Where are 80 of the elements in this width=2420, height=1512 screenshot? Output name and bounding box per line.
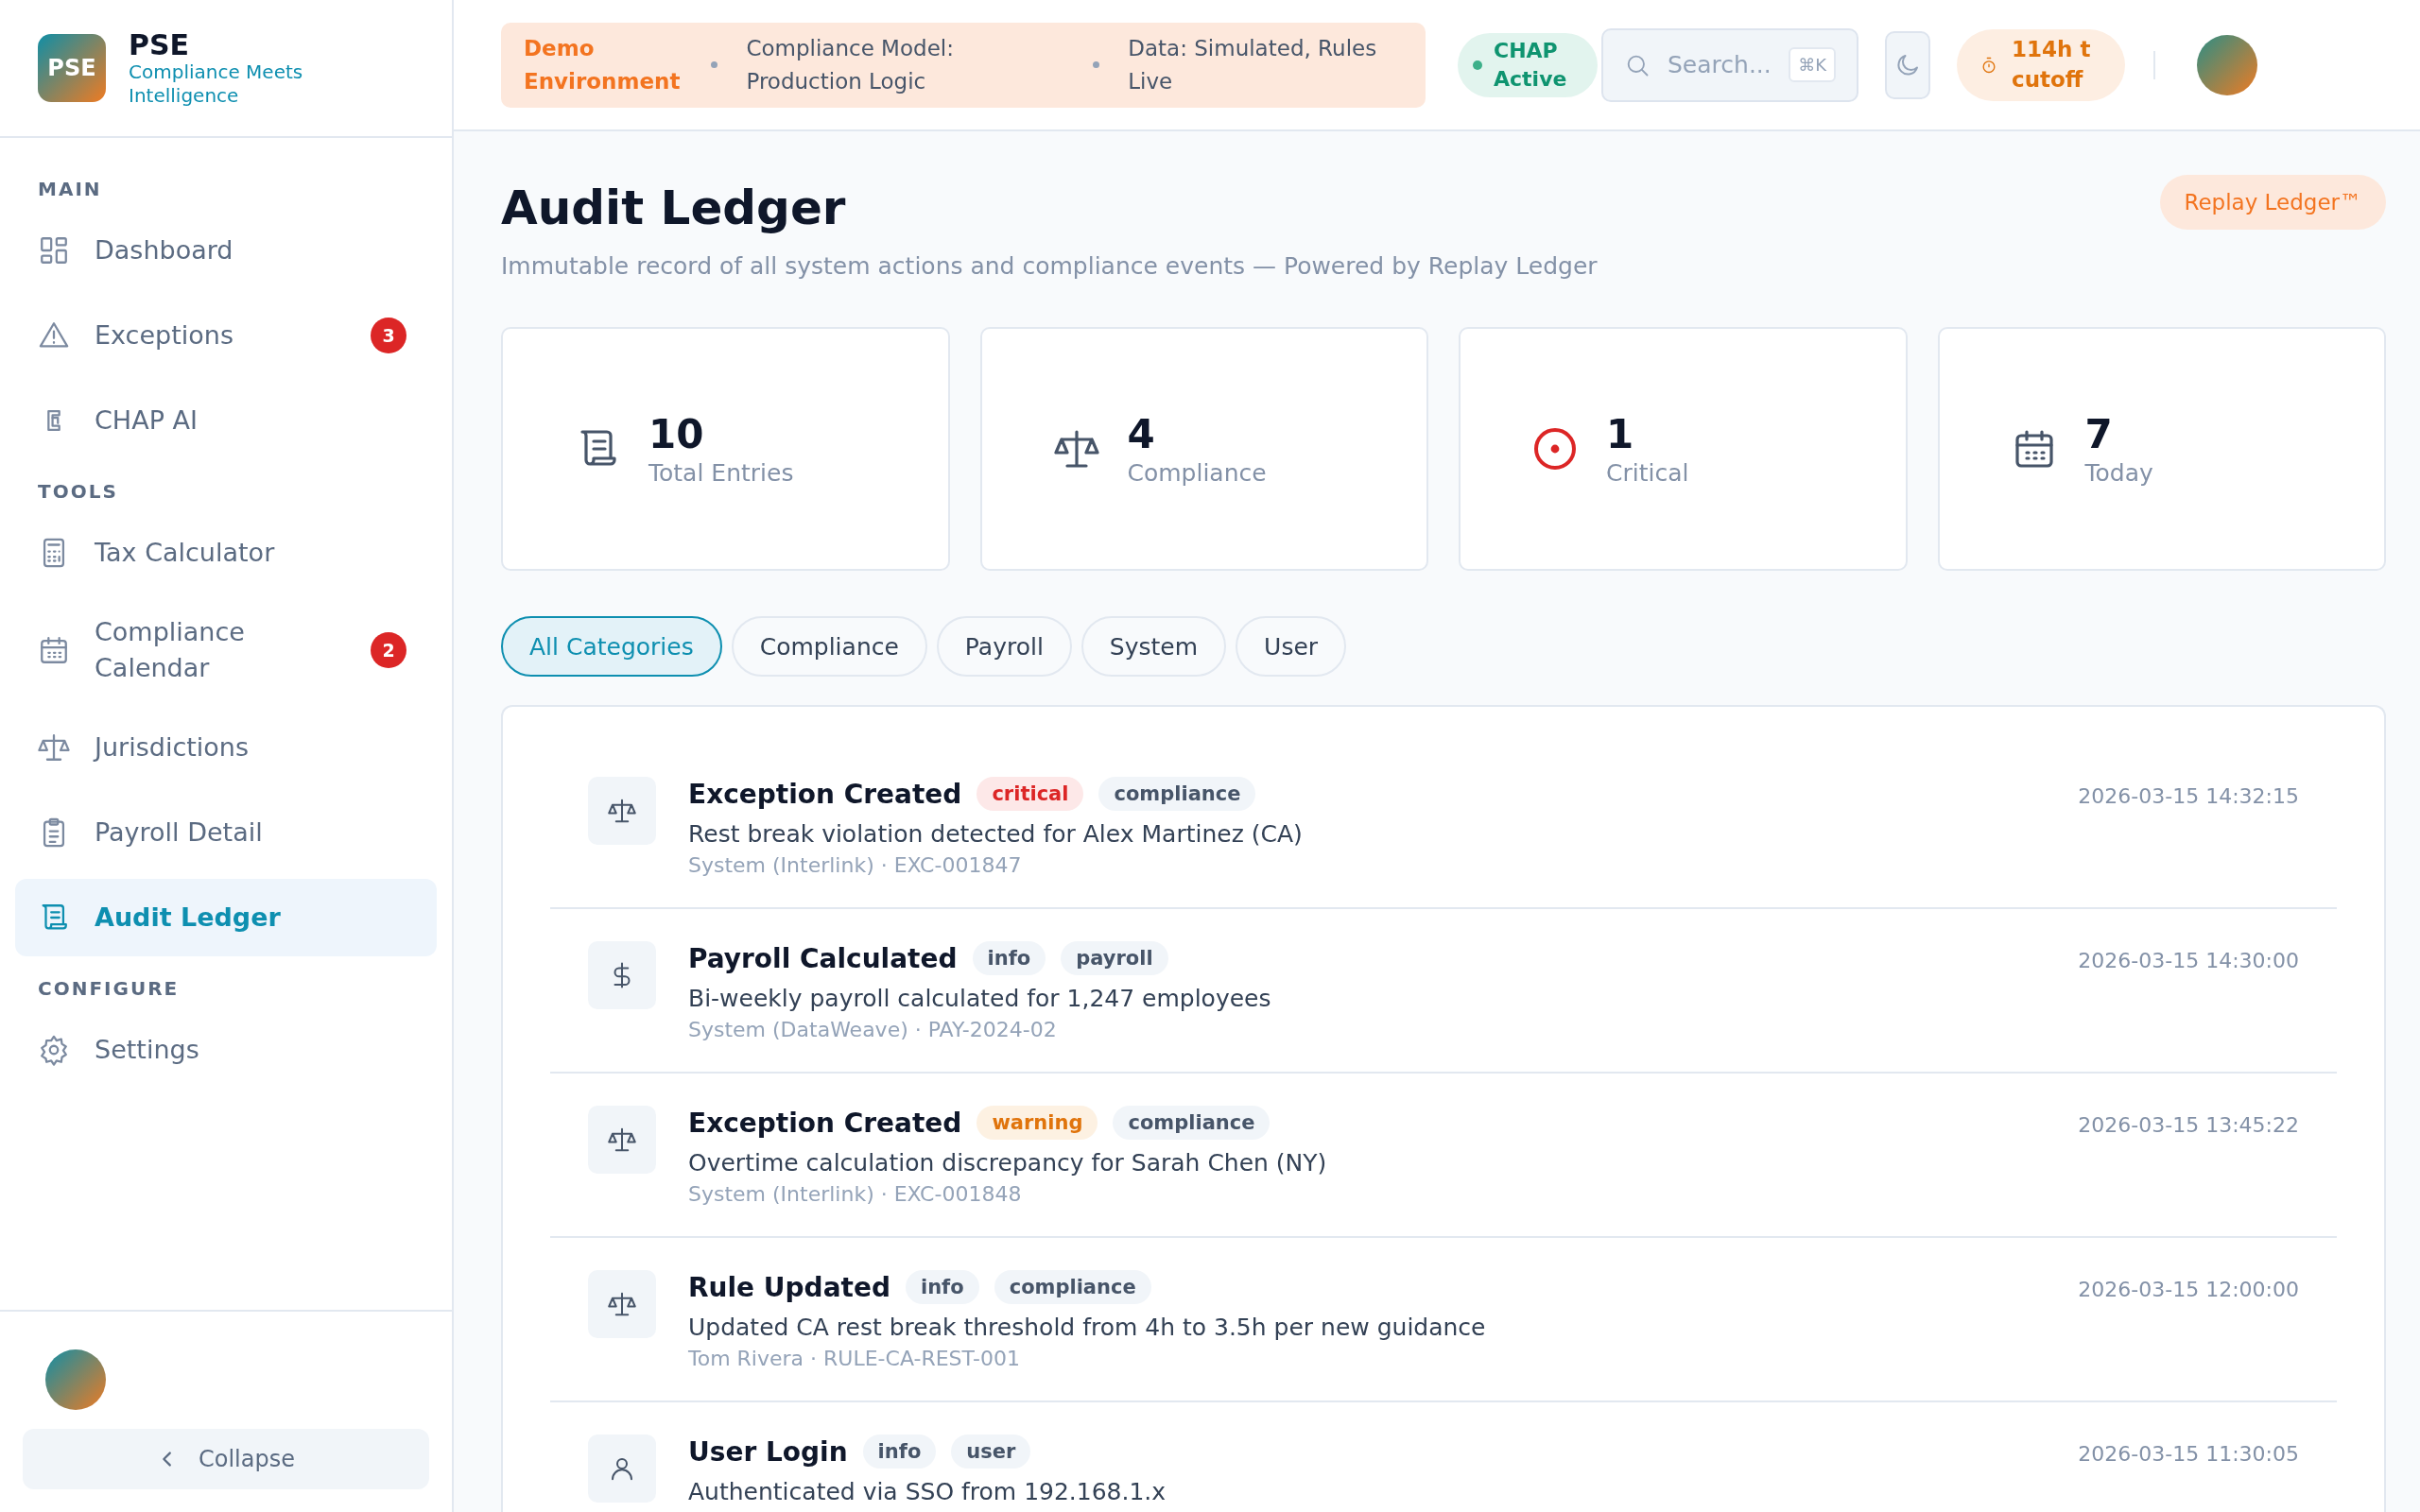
- collapse-button[interactable]: Collapse: [23, 1429, 429, 1489]
- entry-source: System (Interlink) · EXC-001847: [688, 853, 1023, 877]
- dollar-icon: [588, 941, 656, 1009]
- stat-value: 4: [1127, 411, 1156, 459]
- entry-source: System (Interlink) · EXC-001848: [688, 1182, 1023, 1206]
- sidebar-item[interactable]: Audit Ledger: [15, 878, 437, 956]
- severity-tag: info: [862, 1435, 937, 1469]
- filter-chip[interactable]: Payroll: [936, 616, 1072, 677]
- sidebar-item[interactable]: Exceptions 3: [15, 297, 437, 374]
- shortcut-key: ⌘K: [1789, 46, 1836, 82]
- severity-tag: critical: [977, 777, 1084, 811]
- severity-tag: info: [972, 941, 1046, 975]
- entry-description: Rest break violation detected for Alex Martinez (CA): [688, 820, 1304, 848]
- separator-dot: [1093, 61, 1100, 68]
- person-icon: [588, 1435, 656, 1503]
- separator-dot: [711, 61, 718, 68]
- nav-section-title: TOOLS: [37, 479, 119, 505]
- model-info: Compliance Model: Production Logic: [746, 35, 955, 95]
- count-badge: 2: [371, 631, 406, 668]
- entry-description: Authenticated via SSO from 192.168.1.x: [688, 1478, 1167, 1505]
- count-badge: 3: [371, 318, 406, 353]
- brand-name: PSE: [129, 28, 191, 60]
- stat-label: Critical: [1606, 458, 1689, 487]
- theme-toggle-button[interactable]: [1885, 30, 1930, 99]
- sidebar-item[interactable]: Tax Calculator: [15, 514, 437, 592]
- scale-icon: [588, 1106, 656, 1174]
- category-tag: compliance: [994, 1270, 1151, 1304]
- nav-section-title: MAIN: [37, 177, 103, 202]
- entry-timestamp: 2026-03-15 14:30:00: [2078, 948, 2299, 974]
- entry-timestamp: 2026-03-15 14:32:15: [2078, 783, 2299, 810]
- entry-source: Tom Rivera · RULE-CA-REST-001: [688, 1347, 1021, 1370]
- stat-label: Compliance: [1127, 458, 1267, 487]
- filter-chip[interactable]: Compliance: [731, 616, 927, 677]
- entry-timestamp: 2026-03-15 13:45:22: [2078, 1112, 2299, 1139]
- gear-icon: [38, 1033, 70, 1066]
- stat-value: 10: [648, 411, 705, 459]
- category-tag: compliance: [1098, 777, 1256, 811]
- status-dot-icon: [1473, 60, 1482, 70]
- category-tag: user: [951, 1435, 1031, 1469]
- sidebar-item[interactable]: Payroll Detail: [15, 793, 437, 871]
- page-title: Audit Ledger: [501, 180, 847, 237]
- filter-chip[interactable]: All Categories: [501, 616, 722, 677]
- entry-description: Bi-weekly payroll calculated for 1,247 employees: [688, 985, 1272, 1012]
- sidebar-item[interactable]: Dashboard: [15, 212, 437, 289]
- status-text: CHAP Active: [1494, 37, 1568, 93]
- cutoff-text: 114h t cutoff: [2012, 36, 2092, 94]
- scale-icon: [588, 777, 656, 845]
- severity-tag: warning: [977, 1106, 1098, 1140]
- entry-timestamp: 2026-03-15 11:30:05: [2078, 1441, 2299, 1468]
- grid-icon: [38, 234, 70, 266]
- sidebar-item[interactable]: Settings: [15, 1010, 437, 1089]
- nav-section-title: CONFIGURE: [37, 975, 181, 1002]
- entry-title: Exception Created: [688, 778, 962, 810]
- category-tag: compliance: [1113, 1106, 1270, 1140]
- brand-tagline: Compliance Meets Intelligence: [129, 60, 304, 108]
- severity-tag: info: [905, 1270, 979, 1304]
- page-subtitle: Immutable record of all system actions and compliance events — Powered by Replay Ledger: [501, 252, 1598, 280]
- entry-timestamp: 2026-03-15 12:00:00: [2078, 1277, 2299, 1303]
- stat-value: 7: [2084, 411, 2114, 459]
- entry-source: System (DataWeave) · PAY-2024-02: [688, 1018, 1058, 1041]
- scale-icon: [588, 1270, 656, 1338]
- entry-title: Payroll Calculated: [688, 942, 958, 974]
- stat-value: 1: [1606, 411, 1635, 459]
- filter-chip[interactable]: System: [1080, 616, 1227, 677]
- sidebar-item[interactable]: CHAP AI: [15, 382, 437, 459]
- target-icon: [1532, 426, 1578, 472]
- entry-description: Updated CA rest break threshold from 4h to 3.5h per new guidance: [688, 1314, 1487, 1341]
- data-info: Data: Simulated, Rules Live: [1128, 35, 1378, 95]
- entry-title: User Login: [688, 1435, 848, 1468]
- entry-title: Rule Updated: [688, 1271, 890, 1303]
- stat-label: Total Entries: [648, 458, 794, 487]
- brand-logo: PSE: [38, 34, 106, 102]
- environment-label: Demo Environment: [524, 35, 682, 95]
- stat-label: Today: [2084, 458, 2153, 487]
- category-tag: payroll: [1061, 941, 1168, 975]
- entry-title: Exception Created: [688, 1107, 962, 1139]
- entry-description: Overtime calculation discrepancy for Sarah Chen (NY): [688, 1149, 1328, 1177]
- sidebar-item[interactable]: Compliance Calendar 2: [15, 599, 437, 701]
- sidebar-item[interactable]: Jurisdictions: [15, 708, 437, 786]
- filter-chip[interactable]: User: [1236, 616, 1347, 677]
